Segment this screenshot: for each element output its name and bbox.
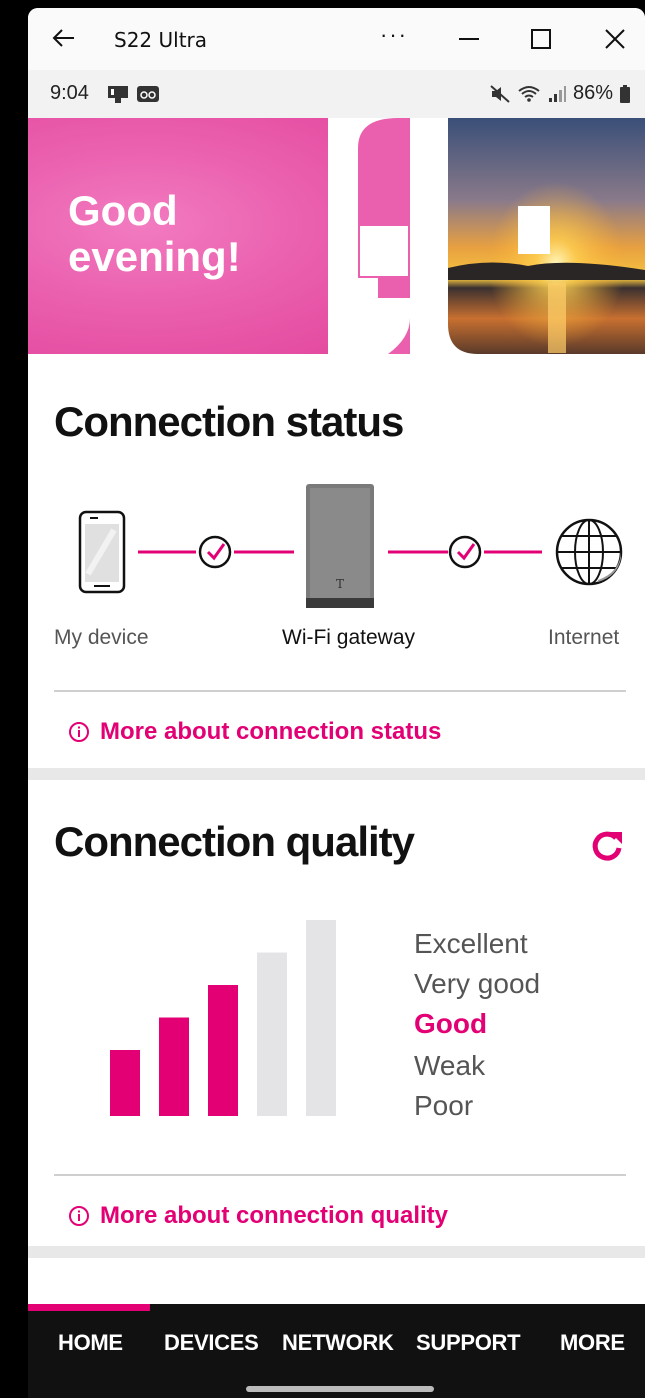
phone-statusbar: 9:04 86% [28, 70, 645, 118]
section-separator [28, 1246, 645, 1258]
voicemail-icon [137, 86, 159, 102]
more-about-status-link[interactable]: More about connection status [68, 718, 441, 746]
mute-icon [490, 84, 510, 103]
app-window: S22 Ultra ··· 9:04 86% Good evening! Con… [28, 8, 645, 1398]
quality-level-poor: Poor [414, 1090, 474, 1121]
connection-diagram: T [78, 484, 623, 608]
t-logo-sunset-image [328, 118, 645, 354]
gateway-icon: T [306, 484, 374, 608]
info-icon [69, 722, 89, 742]
status-time: 9:04 [50, 82, 89, 104]
section-divider [54, 690, 626, 692]
minimize-icon[interactable] [456, 26, 482, 52]
nav-tab-support[interactable]: SUPPORT [416, 1330, 521, 1356]
check-circle-icon-right [448, 535, 482, 569]
signal-bars-chart [110, 920, 336, 1116]
active-tab-indicator [28, 1304, 150, 1311]
hero-banner: Good evening! [28, 118, 645, 354]
back-arrow-icon[interactable] [50, 24, 78, 52]
status-left-icons [106, 84, 160, 104]
connection-status-section: Connection status T My device Wi-Fi gate… [28, 354, 645, 768]
more-about-status-label: More about connection status [100, 718, 442, 745]
screen-cast-icon [108, 86, 128, 103]
refresh-icon[interactable] [590, 828, 626, 864]
node-label-gateway: Wi-Fi gateway [282, 626, 416, 649]
maximize-icon[interactable] [528, 26, 554, 52]
gesture-handle[interactable] [246, 1386, 434, 1392]
more-about-quality-label: More about connection quality [100, 1202, 449, 1229]
globe-icon [555, 518, 623, 586]
nav-tab-devices[interactable]: DEVICES [164, 1330, 259, 1356]
greeting-line-2: evening! [68, 233, 241, 280]
battery-percent: 86% [572, 82, 613, 104]
close-icon[interactable] [602, 26, 628, 52]
next-section-peek [28, 1258, 645, 1304]
more-about-quality-link[interactable]: More about connection quality [68, 1202, 448, 1230]
signal-bar-3 [208, 985, 238, 1116]
node-label-internet: Internet [548, 626, 620, 649]
signal-bar-1 [110, 1050, 140, 1116]
wifi-icon [518, 85, 540, 102]
nav-tab-home[interactable]: HOME [58, 1330, 123, 1356]
section-divider [54, 1174, 626, 1176]
nav-tab-network[interactable]: NETWORK [282, 1330, 394, 1356]
quality-level-excellent: Excellent [414, 928, 528, 959]
window-titlebar: S22 Ultra ··· [28, 8, 645, 70]
more-options-button[interactable]: ··· [380, 22, 408, 48]
bottom-navigation: HOME DEVICES NETWORK SUPPORT MORE [28, 1304, 645, 1398]
connection-status-title: Connection status [54, 398, 404, 445]
connection-quality-title: Connection quality [54, 818, 415, 865]
quality-level-very-good: Very good [414, 968, 541, 999]
info-icon [69, 1206, 89, 1226]
node-label-my-device: My device [54, 626, 149, 649]
nav-tab-more[interactable]: MORE [560, 1330, 625, 1356]
status-right-icons: 86% [489, 82, 631, 105]
check-circle-icon-left [198, 535, 232, 569]
signal-bar-5 [306, 920, 336, 1116]
connection-quality-section: Connection quality Excellent Very good G… [28, 780, 645, 1252]
svg-text:T: T [336, 577, 344, 591]
battery-icon [620, 84, 630, 103]
quality-level-weak: Weak [414, 1050, 486, 1081]
signal-bar-2 [159, 1017, 189, 1116]
signal-icon [548, 85, 566, 102]
section-separator [28, 768, 645, 780]
signal-bar-4 [257, 952, 287, 1116]
greeting-text: Good evening! [68, 188, 241, 280]
quality-level-good: Good [414, 1008, 488, 1039]
device-frame: S22 Ultra ··· 9:04 86% Good evening! Con… [0, 0, 645, 1398]
window-title: S22 Ultra [114, 28, 208, 52]
greeting-line-1: Good [68, 187, 178, 234]
phone-icon [78, 510, 126, 594]
